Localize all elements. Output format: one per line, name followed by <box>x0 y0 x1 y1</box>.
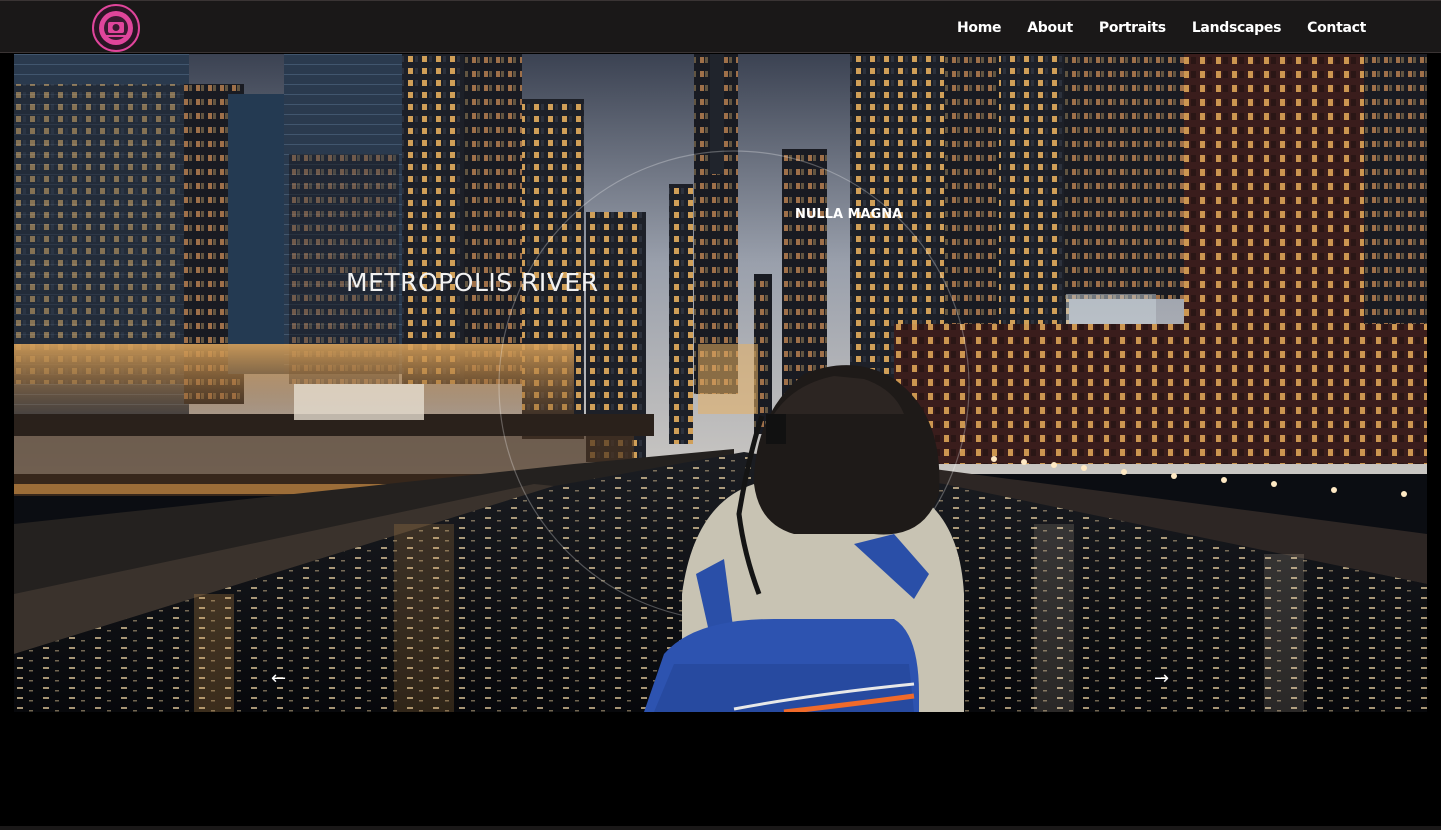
bottom-strip <box>0 826 1441 830</box>
nav-link-portraits[interactable]: Portraits <box>1099 20 1166 36</box>
navbar: Home About Portraits Landscapes Contact <box>0 0 1441 53</box>
nav-links: Home About Portraits Landscapes Contact <box>957 1 1366 54</box>
nav-link-home[interactable]: Home <box>957 20 1002 36</box>
nav-link-contact[interactable]: Contact <box>1307 20 1366 36</box>
slide-subtitle: NULLA MAGNA <box>795 207 903 222</box>
page: Home About Portraits Landscapes Contact <box>0 0 1441 830</box>
camera-logo-icon[interactable] <box>92 4 140 52</box>
nav-link-about[interactable]: About <box>1027 20 1073 36</box>
nav-link-landscapes[interactable]: Landscapes <box>1192 20 1282 36</box>
hero-slider: METROPOLIS RIVER NULLA MAGNA ← → <box>14 54 1427 712</box>
slide-title: METROPOLIS RIVER <box>346 268 599 297</box>
hero-image <box>14 54 1427 712</box>
arrow-left-icon[interactable]: ← <box>271 668 286 689</box>
arrow-right-icon[interactable]: → <box>1154 668 1169 689</box>
